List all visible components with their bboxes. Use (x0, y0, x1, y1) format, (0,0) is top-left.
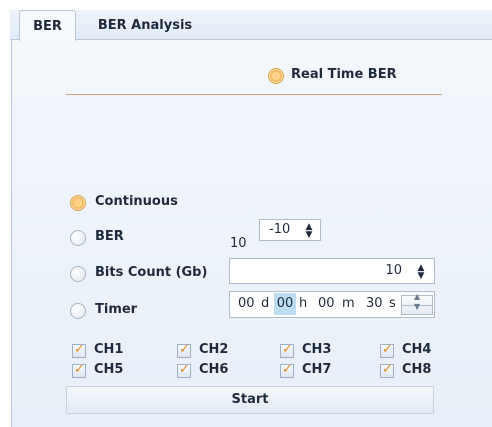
channel-1-label[interactable]: CH1 (94, 342, 123, 357)
ber-exponent-spinner[interactable]: -10 ▲ ▼ (259, 219, 321, 241)
timer-radio[interactable] (70, 303, 86, 319)
channel-8-label[interactable]: CH8 (402, 362, 431, 377)
checkmark-icon: ✓ (74, 362, 85, 377)
channel-7-checkbox[interactable]: ✓ (280, 362, 294, 378)
start-button[interactable]: Start (66, 386, 434, 414)
ber-exponent-value[interactable]: -10 (269, 222, 290, 237)
timer-minutes-unit: m (342, 296, 355, 311)
channel-3-label[interactable]: CH3 (302, 342, 331, 357)
spinner-arrows-icon[interactable]: ▲ ▼ (304, 223, 314, 240)
ber-radio[interactable] (70, 230, 86, 246)
timer-hours[interactable]: 00 (274, 293, 296, 315)
checkmark-icon: ✓ (282, 342, 293, 357)
continuous-radio[interactable] (70, 195, 86, 211)
checkmark-icon: ✓ (382, 342, 393, 357)
tab-ber[interactable]: BER (19, 10, 76, 41)
timer-days-unit: d (261, 296, 270, 311)
separator (66, 94, 442, 95)
channel-6-label[interactable]: CH6 (199, 362, 228, 377)
ber-base-label: 10 (230, 236, 247, 251)
timer-seconds[interactable]: 30 (366, 293, 383, 315)
channel-7-label[interactable]: CH7 (302, 362, 331, 377)
timer-minutes[interactable]: 00 (318, 293, 335, 315)
timer-label[interactable]: Timer (95, 302, 137, 317)
checkmark-icon: ✓ (179, 342, 190, 357)
channel-2-checkbox[interactable]: ✓ (177, 342, 191, 358)
checkmark-icon: ✓ (382, 362, 393, 377)
checkmark-icon: ✓ (74, 342, 85, 357)
spinner-arrows-icon[interactable]: ▲ ▼ (416, 264, 426, 281)
spin-up-icon[interactable]: ▲ (414, 292, 420, 301)
timer-spin-buttons[interactable]: ▲ ▼ (401, 292, 433, 315)
channel-5-label[interactable]: CH5 (94, 362, 123, 377)
checkmark-icon: ✓ (282, 362, 293, 377)
timer-hours-unit: h (299, 296, 308, 311)
channel-2-label[interactable]: CH2 (199, 342, 228, 357)
ber-label[interactable]: BER (95, 229, 124, 244)
bits-count-spinner[interactable]: 10 ▲ ▼ (229, 258, 435, 284)
channel-3-checkbox[interactable]: ✓ (280, 342, 294, 358)
spin-down-icon[interactable]: ▼ (414, 302, 420, 311)
real-time-ber-label[interactable]: Real Time BER (291, 67, 397, 82)
bits-count-value[interactable]: 10 (385, 263, 402, 278)
channel-6-checkbox[interactable]: ✓ (177, 362, 191, 378)
timer-seconds-unit: s (389, 296, 396, 311)
bits-count-radio[interactable] (70, 266, 86, 282)
channel-8-checkbox[interactable]: ✓ (380, 362, 394, 378)
checkmark-icon: ✓ (179, 362, 190, 377)
bits-count-label[interactable]: Bits Count (Gb) (95, 265, 207, 280)
channel-4-label[interactable]: CH4 (402, 342, 431, 357)
channel-1-checkbox[interactable]: ✓ (72, 342, 86, 358)
timer-days[interactable]: 00 (238, 293, 255, 315)
channel-5-checkbox[interactable]: ✓ (72, 362, 86, 378)
channel-4-checkbox[interactable]: ✓ (380, 342, 394, 358)
continuous-label[interactable]: Continuous (95, 194, 178, 209)
tab-ber-analysis[interactable]: BER Analysis (80, 10, 210, 41)
real-time-ber-radio[interactable] (268, 68, 284, 84)
